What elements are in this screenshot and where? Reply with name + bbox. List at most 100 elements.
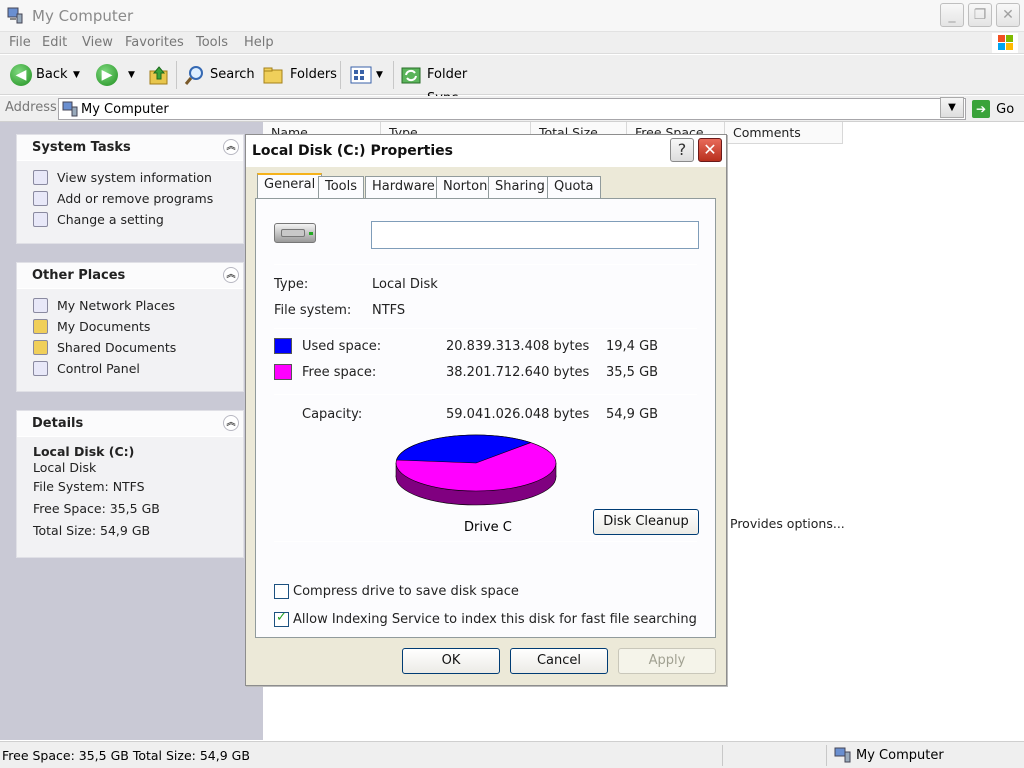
tab-norton[interactable]: Norton [436,176,495,198]
place-my-network-places[interactable]: My Network Places [17,295,243,316]
menu-bar: File Edit View Favorites Tools Help [0,32,1024,54]
comment-cell: Provides options... [730,516,845,531]
dialog-title-bar[interactable]: Local Disk (C:) Properties ? ✕ [246,135,726,167]
views-dropdown-icon: ▼ [376,70,383,80]
capacity-label: Capacity: [302,407,363,422]
task-add-remove-programs[interactable]: Add or remove programs [17,188,243,209]
compress-label[interactable]: Compress drive to save disk space [293,584,519,599]
up-folder-button[interactable] [148,63,170,87]
address-bar: Address My Computer [0,96,1024,122]
search-button[interactable]: Search [182,63,255,87]
forward-arrow-icon: ▶ [96,64,118,86]
divider [274,264,697,265]
minimize-button[interactable]: _ [940,3,964,27]
close-window-button[interactable]: ✕ [996,3,1020,27]
system-tasks-header[interactable]: System Tasks ︽ [17,135,243,161]
my-computer-icon [834,747,851,763]
forward-button[interactable]: ▶ [94,63,120,87]
forward-dropdown-icon[interactable]: ▼ [128,63,135,87]
divider [274,394,697,395]
network-places-icon [33,298,48,313]
free-space-gb: 35,5 GB [606,365,659,380]
back-dropdown-icon[interactable]: ▼ [73,63,80,87]
folder-sync-button[interactable]: Folder Sync [400,63,500,106]
capacity-gb: 54,9 GB [606,407,659,422]
tab-sharing[interactable]: Sharing [488,176,552,198]
used-space-swatch [274,338,292,354]
used-space-bytes: 20.839.313.408 bytes [446,339,590,354]
documents-folder-icon [33,319,48,334]
apply-button[interactable]: Apply [618,648,716,674]
tab-quota[interactable]: Quota [547,176,601,198]
properties-dialog: Local Disk (C:) Properties ? ✕ General T… [245,134,727,686]
folders-button[interactable]: Folders [262,63,337,87]
cancel-button[interactable]: Cancel [510,648,608,674]
used-space-gb: 19,4 GB [606,339,659,354]
tab-hardware[interactable]: Hardware [365,176,442,198]
menu-help[interactable]: Help [244,35,274,50]
compress-checkbox[interactable] [274,584,289,599]
address-input[interactable]: My Computer [58,98,966,120]
disk-cleanup-button[interactable]: Disk Cleanup [593,509,699,535]
drive-caption: Drive C [464,520,512,535]
folders-icon [263,67,283,84]
free-space-swatch [274,364,292,380]
dialog-close-button[interactable]: ✕ [698,138,722,162]
place-control-panel[interactable]: Control Panel [17,358,243,379]
place-shared-documents[interactable]: Shared Documents [17,337,243,358]
details-name: Local Disk (C:) [33,444,135,459]
menu-edit[interactable]: Edit [42,35,67,50]
menu-tools[interactable]: Tools [196,35,228,50]
add-remove-programs-icon [33,191,48,206]
menu-view[interactable]: View [82,35,113,50]
collapse-chevron-icon[interactable]: ︽ [223,139,239,155]
go-button[interactable]: ➔ Go [972,100,1014,118]
details-header[interactable]: Details ︽ [17,411,243,437]
status-text: Free Space: 35,5 GB Total Size: 54,9 GB [2,748,250,763]
free-space-label: Free space: [302,365,377,380]
menu-favorites[interactable]: Favorites [125,35,184,50]
column-header-comments[interactable]: Comments [725,122,843,144]
restore-button[interactable]: ❐ [968,3,992,27]
file-system-value: NTFS [372,303,406,318]
ok-button[interactable]: OK [402,648,500,674]
details-panel: Details ︽ Local Disk (C:) Local Disk Fil… [16,410,244,558]
window-title-bar[interactable]: My Computer _ ❐ ✕ [0,0,1024,32]
my-computer-icon [62,101,78,117]
place-my-documents[interactable]: My Documents [17,316,243,337]
shared-folder-icon [33,340,48,355]
indexing-checkbox[interactable] [274,610,289,627]
tab-tools[interactable]: Tools [318,176,365,198]
divider [274,328,697,329]
task-pane: System Tasks ︽ View system information A… [0,122,263,740]
volume-label-input[interactable] [371,221,699,249]
up-folder-icon [149,66,168,85]
menu-file[interactable]: File [9,35,31,50]
tab-general[interactable]: General [257,173,323,199]
capacity-bytes: 59.041.026.048 bytes [446,407,590,422]
task-view-system-information[interactable]: View system information [17,167,243,188]
type-label: Type: [274,277,309,292]
toolbar: ◀ Back ▼ ▶ ▼ Search Folders ▼ Folder Syn… [0,55,1024,106]
details-free-space: Free Space: 35,5 GB [33,501,160,516]
views-button[interactable]: ▼ [350,63,388,87]
task-change-setting[interactable]: Change a setting [17,209,243,230]
other-places-header[interactable]: Other Places ︽ [17,263,243,289]
divider [274,541,697,542]
help-button[interactable]: ? [670,138,694,162]
address-label: Address [5,100,57,115]
details-type: Local Disk [33,460,97,475]
system-info-icon [33,170,48,185]
disk-usage-pie-chart [394,429,562,511]
used-space-label: Used space: [302,339,382,354]
address-dropdown-icon[interactable]: ▼ [940,97,964,118]
windows-logo-icon [992,33,1018,53]
details-total-size: Total Size: 54,9 GB [33,523,151,538]
indexing-label[interactable]: Allow Indexing Service to index this dis… [293,612,697,627]
collapse-chevron-icon[interactable]: ︽ [223,415,239,431]
window-title: My Computer [32,7,134,25]
status-zone: My Computer [856,748,944,763]
views-icon [350,66,372,84]
collapse-chevron-icon[interactable]: ︽ [223,267,239,283]
search-icon [184,66,203,85]
